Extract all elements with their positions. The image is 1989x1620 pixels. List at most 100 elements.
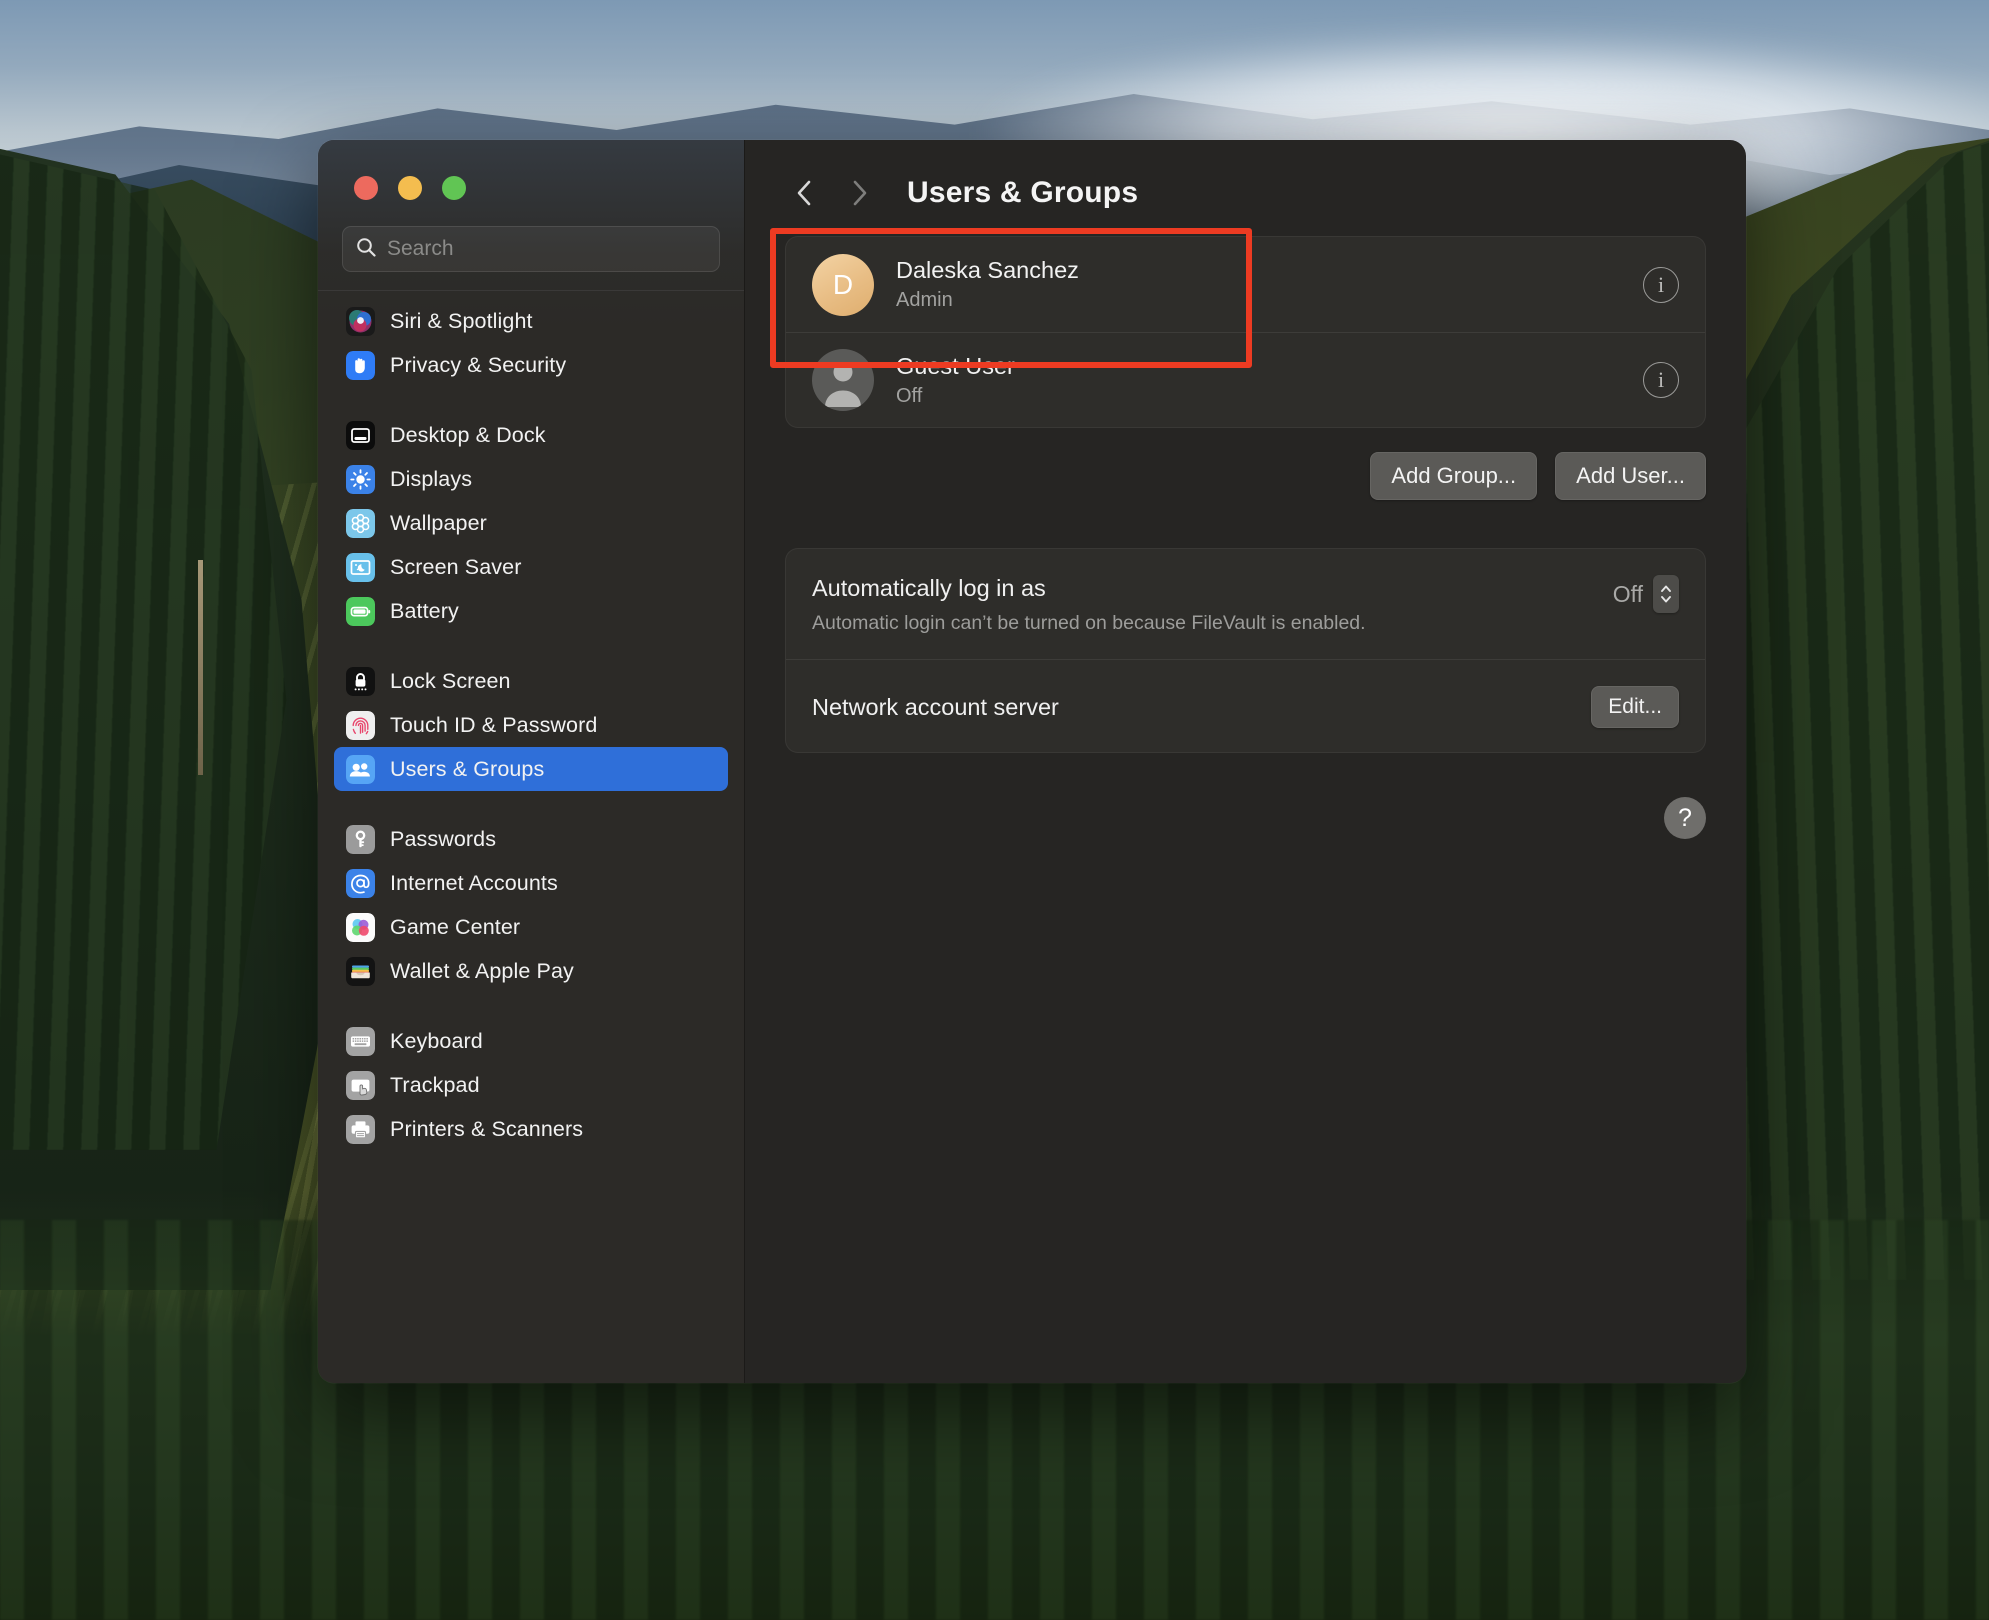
trackpad-icon [346, 1070, 375, 1100]
window-controls [318, 140, 744, 200]
info-button[interactable]: i [1643, 266, 1679, 303]
avatar-initial: D [832, 268, 854, 300]
network-account-server-row: Network account server Edit... [786, 659, 1705, 752]
chevron-left-icon [797, 180, 811, 206]
sidebar-group-1: Desktop & Dock Displays Wallpaper Screen… [334, 413, 728, 633]
sidebar-item-label: Keyboard [390, 1028, 483, 1053]
sidebar-group-4: Keyboard Trackpad Printers & Scanners [334, 1019, 728, 1151]
sidebar-item-label: Wallpaper [390, 510, 487, 535]
sidebar-search-container [318, 200, 744, 272]
sidebar-item-label: Game Center [390, 914, 521, 939]
sidebar-item-printers-and-scanners[interactable]: Printers & Scanners [334, 1107, 728, 1151]
sidebar-item-label: Users & Groups [390, 756, 545, 781]
sidebar-item-desktop-and-dock[interactable]: Desktop & Dock [334, 413, 728, 457]
search-input[interactable] [387, 237, 707, 261]
sidebar-divider-3 [334, 993, 728, 1019]
sidebar-item-siri-and-spotlight[interactable]: Siri & Spotlight [334, 299, 728, 343]
sidebar-item-label: Touch ID & Password [390, 712, 598, 737]
user-action-buttons: Add Group... Add User... [785, 428, 1706, 500]
users-groups-icon [346, 754, 375, 784]
page-title: Users & Groups [907, 176, 1139, 209]
network-account-server-label: Network account server [812, 693, 1059, 720]
privacy-hand-icon [346, 350, 375, 380]
content-header: Users & Groups [785, 140, 1706, 236]
sidebar-item-users-and-groups[interactable]: Users & Groups [334, 747, 728, 791]
sidebar-item-label: Internet Accounts [390, 870, 558, 895]
chevron-updown-icon[interactable] [1653, 575, 1679, 613]
sidebar-item-label: Privacy & Security [390, 352, 567, 377]
battery-icon [346, 596, 375, 626]
lock-icon [346, 666, 375, 696]
sidebar-item-label: Desktop & Dock [390, 422, 546, 447]
maximize-button[interactable] [442, 176, 466, 200]
table-row[interactable]: D Daleska Sanchez Admin i [786, 237, 1705, 332]
person-silhouette-icon [825, 362, 861, 407]
sidebar-item-battery[interactable]: Battery [334, 589, 728, 633]
auto-login-text: Automatically log in as Automatic login … [812, 575, 1366, 635]
user-meta: Guest User Off [896, 353, 1621, 408]
user-role: Off [896, 384, 923, 407]
add-group-button[interactable]: Add Group... [1370, 452, 1538, 500]
sidebar-nav-list[interactable]: Siri & Spotlight Privacy & Security Desk… [318, 290, 744, 1383]
sidebar-group-3: Passwords Internet Accounts Game Center … [334, 817, 728, 993]
system-settings-window: Siri & Spotlight Privacy & Security [318, 140, 1746, 1383]
chevron-right-icon [853, 180, 867, 206]
fingerprint-icon [346, 710, 375, 740]
sidebar-item-internet-accounts[interactable]: Internet Accounts [334, 861, 728, 905]
search-field[interactable] [342, 226, 720, 272]
info-button[interactable]: i [1643, 362, 1679, 398]
sidebar-item-passwords[interactable]: Passwords [334, 817, 728, 861]
siri-icon [346, 306, 375, 336]
close-button[interactable] [354, 176, 378, 200]
printer-icon [346, 1114, 375, 1144]
sidebar-item-wallet-and-apple-pay[interactable]: Wallet & Apple Pay [334, 949, 728, 993]
table-row[interactable]: Guest User Off i [786, 332, 1705, 427]
sidebar-item-privacy-and-security[interactable]: Privacy & Security [334, 343, 728, 387]
help-button[interactable]: ? [1664, 797, 1706, 839]
forward-button[interactable] [843, 176, 877, 210]
sidebar-item-screen-saver[interactable]: Screen Saver [334, 545, 728, 589]
at-sign-icon [346, 868, 375, 898]
add-user-button[interactable]: Add User... [1555, 452, 1706, 500]
avatar [812, 349, 874, 411]
auto-login-label: Automatically log in as [812, 575, 1046, 601]
sidebar-item-game-center[interactable]: Game Center [334, 905, 728, 949]
avatar: D [812, 253, 874, 316]
auto-login-popup[interactable]: Off [1613, 575, 1679, 613]
back-button[interactable] [787, 176, 821, 210]
sidebar-item-label: Passwords [390, 826, 497, 851]
sidebar-divider-1 [334, 633, 728, 659]
wallet-icon [346, 956, 375, 986]
users-list-card: D Daleska Sanchez Admin i Guest User Off… [785, 236, 1706, 428]
wallpaper-flower-icon [346, 508, 375, 538]
displays-brightness-icon [346, 464, 375, 494]
sidebar-item-label: Trackpad [390, 1072, 480, 1097]
screen-saver-icon [346, 552, 375, 582]
sidebar-item-label: Displays [390, 466, 473, 491]
minimize-button[interactable] [398, 176, 422, 200]
auto-login-row: Automatically log in as Automatic login … [786, 549, 1705, 659]
auto-login-description: Automatic login can’t be turned on becau… [812, 612, 1366, 634]
sidebar-divider-0 [334, 387, 728, 413]
user-name: Daleska Sanchez [896, 257, 1079, 283]
sidebar-item-displays[interactable]: Displays [334, 457, 728, 501]
login-settings-card: Automatically log in as Automatic login … [785, 548, 1706, 753]
sidebar-item-label: Siri & Spotlight [390, 308, 533, 333]
sidebar-item-keyboard[interactable]: Keyboard [334, 1019, 728, 1063]
user-name: Guest User [896, 352, 1015, 379]
game-center-icon [346, 912, 375, 942]
sidebar-item-touch-id-and-password[interactable]: Touch ID & Password [334, 703, 728, 747]
search-icon [355, 236, 377, 263]
wallpaper-utility-pole [198, 560, 203, 775]
help-row: ? [785, 753, 1706, 839]
sidebar-item-lock-screen[interactable]: Lock Screen [334, 659, 728, 703]
keyboard-icon [346, 1026, 375, 1056]
desktop-dock-icon [346, 420, 375, 450]
edit-network-account-server-button[interactable]: Edit... [1591, 686, 1679, 728]
sidebar-item-trackpad[interactable]: Trackpad [334, 1063, 728, 1107]
content-pane: Users & Groups D Daleska Sanchez Admin i [745, 140, 1746, 1383]
sidebar-group-0: Siri & Spotlight Privacy & Security [334, 299, 728, 387]
user-meta: Daleska Sanchez Admin [896, 257, 1621, 312]
sidebar-item-wallpaper[interactable]: Wallpaper [334, 501, 728, 545]
sidebar-group-2: Lock Screen Touch ID & Password Users & … [334, 659, 728, 791]
